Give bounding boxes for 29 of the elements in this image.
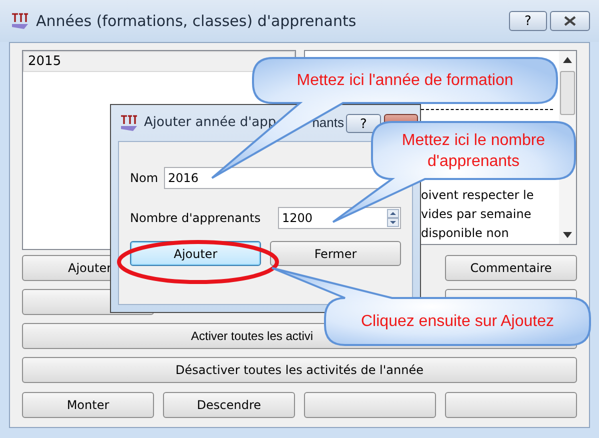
- close-icon: [564, 16, 576, 26]
- blank-button[interactable]: [445, 392, 577, 418]
- scroll-down-icon[interactable]: [563, 232, 572, 238]
- comment-button[interactable]: Commentaire: [445, 255, 577, 281]
- close-dialog-button[interactable]: Fermer: [270, 241, 401, 266]
- app-logo-icon: [10, 12, 30, 30]
- count-label: Nombre d'apprenants: [130, 210, 262, 227]
- notes-text-line: vides par semaine: [421, 206, 532, 223]
- move-up-button[interactable]: Monter: [22, 392, 154, 418]
- window-title: Années (formations, classes) d'apprenants: [36, 10, 358, 32]
- list-item[interactable]: 2015: [23, 51, 295, 72]
- dialog-title: Ajouter année d'app: [144, 114, 276, 132]
- callout-text: Mettez ici le nombre d'apprenants: [400, 130, 546, 172]
- notes-text-line: disponible non: [421, 225, 510, 242]
- callout-text: Mettez ici l'année de formation: [296, 71, 514, 91]
- dialog-title: nants: [312, 114, 344, 132]
- spin-down-icon[interactable]: [387, 218, 399, 227]
- help-button[interactable]: ?: [509, 11, 547, 31]
- scroll-up-icon[interactable]: [563, 57, 572, 63]
- help-button[interactable]: ?: [346, 114, 381, 132]
- move-down-button[interactable]: Descendre: [163, 392, 295, 418]
- scroll-thumb[interactable]: [560, 71, 575, 115]
- close-button[interactable]: [550, 11, 590, 31]
- blank-button[interactable]: [304, 392, 436, 418]
- notes-text-line: oivent respecter le: [421, 187, 535, 204]
- name-label: Nom: [130, 170, 158, 187]
- deactivate-all-button[interactable]: Désactiver toutes les activités de l'année: [22, 357, 577, 383]
- spin-up-icon[interactable]: [387, 209, 399, 218]
- app-logo-icon: [119, 114, 139, 132]
